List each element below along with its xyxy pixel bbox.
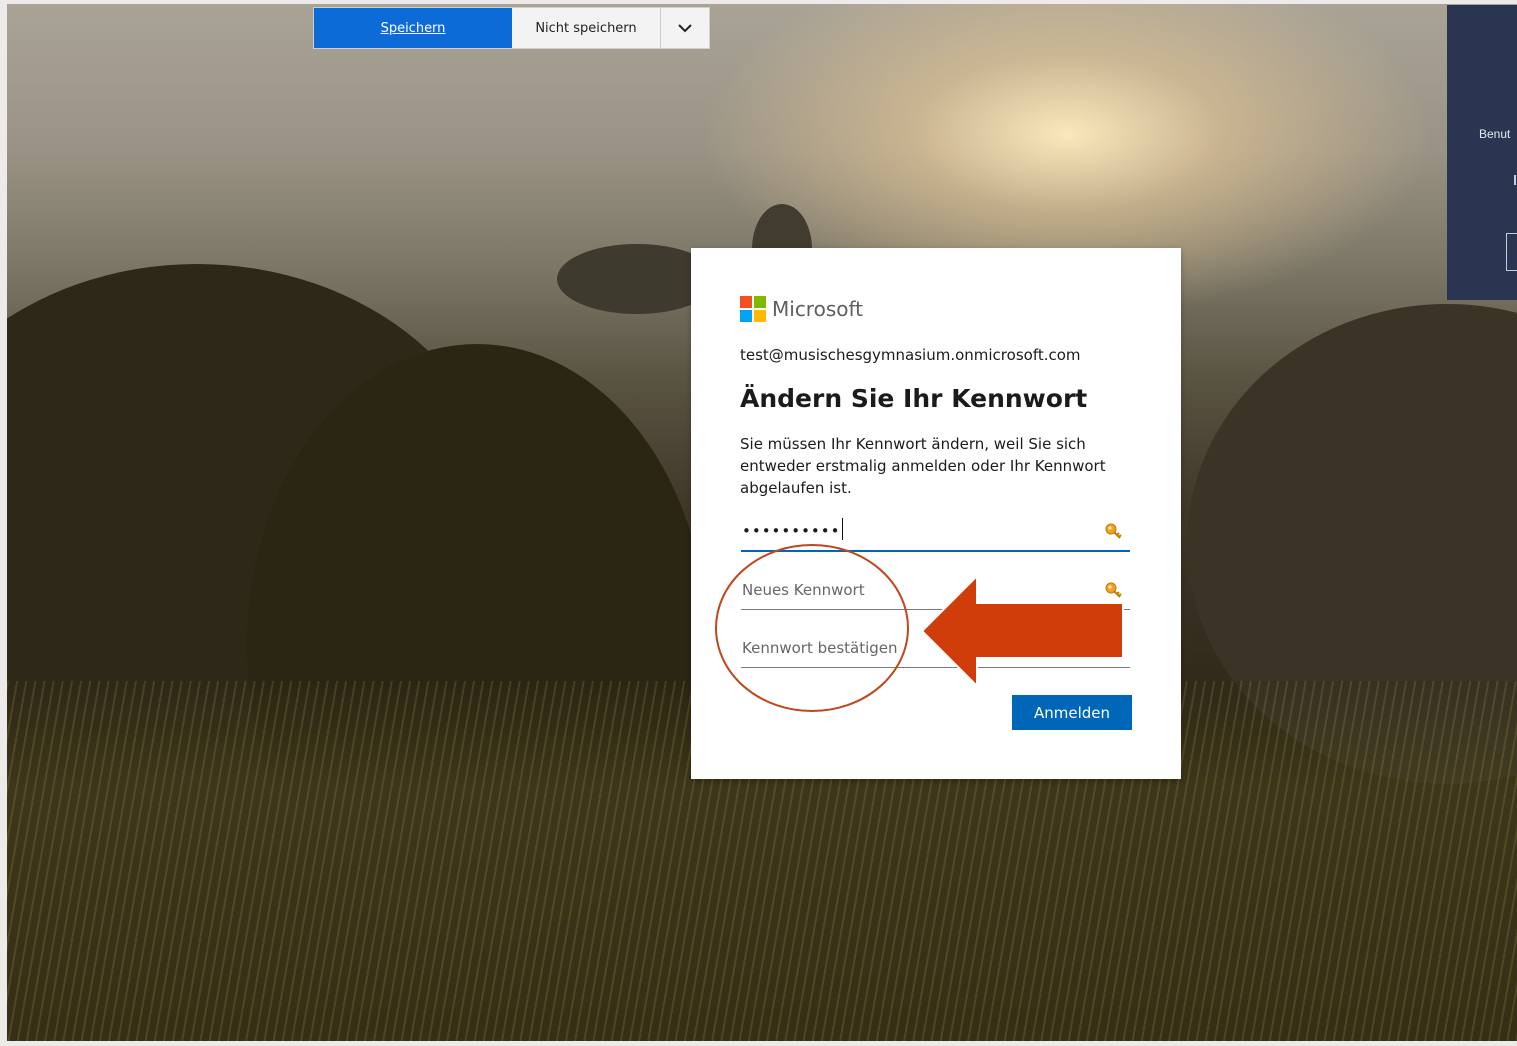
side-panel-label: Benut xyxy=(1479,127,1511,141)
brand-name: Microsoft xyxy=(772,297,864,321)
page-title: Ändern Sie Ihr Kennwort xyxy=(740,384,1088,413)
save-button[interactable]: Speichern xyxy=(314,8,512,48)
dont-save-button-label: Nicht speichern xyxy=(535,20,637,36)
logo-square-yellow xyxy=(754,310,766,322)
microsoft-logo: Microsoft xyxy=(740,296,863,322)
save-options-button[interactable] xyxy=(661,8,709,48)
key-icon[interactable] xyxy=(1104,522,1122,540)
sign-in-button[interactable]: Anmelden xyxy=(1012,695,1132,730)
chevron-down-icon xyxy=(678,24,692,33)
text-caret xyxy=(842,518,843,540)
change-password-dialog: Microsoft test@musischesgymnasium.onmicr… xyxy=(691,248,1181,779)
side-panel-input[interactable] xyxy=(1506,233,1517,271)
dont-save-button[interactable]: Nicht speichern xyxy=(512,8,661,48)
current-password-field[interactable]: •••••••••• xyxy=(741,514,1130,552)
logo-square-red xyxy=(740,296,752,308)
key-icon[interactable] xyxy=(1104,581,1122,599)
confirm-password-field[interactable] xyxy=(741,631,1130,668)
description-text: Sie müssen Ihr Kennwort ändern, weil Sie… xyxy=(740,435,1106,497)
current-password-value: •••••••••• xyxy=(742,522,841,540)
side-panel: Benut xyxy=(1447,5,1517,300)
microsoft-logo-icon xyxy=(740,296,766,322)
save-button-label: Speichern xyxy=(380,20,446,36)
new-password-field[interactable] xyxy=(741,573,1130,610)
side-panel-mark xyxy=(1514,175,1516,185)
logo-square-blue xyxy=(740,310,752,322)
new-password-input[interactable] xyxy=(742,573,1082,607)
account-email: test@musischesgymnasium.onmicrosoft.com xyxy=(740,346,1081,364)
logo-square-green xyxy=(754,296,766,308)
confirm-password-input[interactable] xyxy=(742,631,1082,665)
save-password-bar: Speichern Nicht speichern xyxy=(313,7,710,49)
